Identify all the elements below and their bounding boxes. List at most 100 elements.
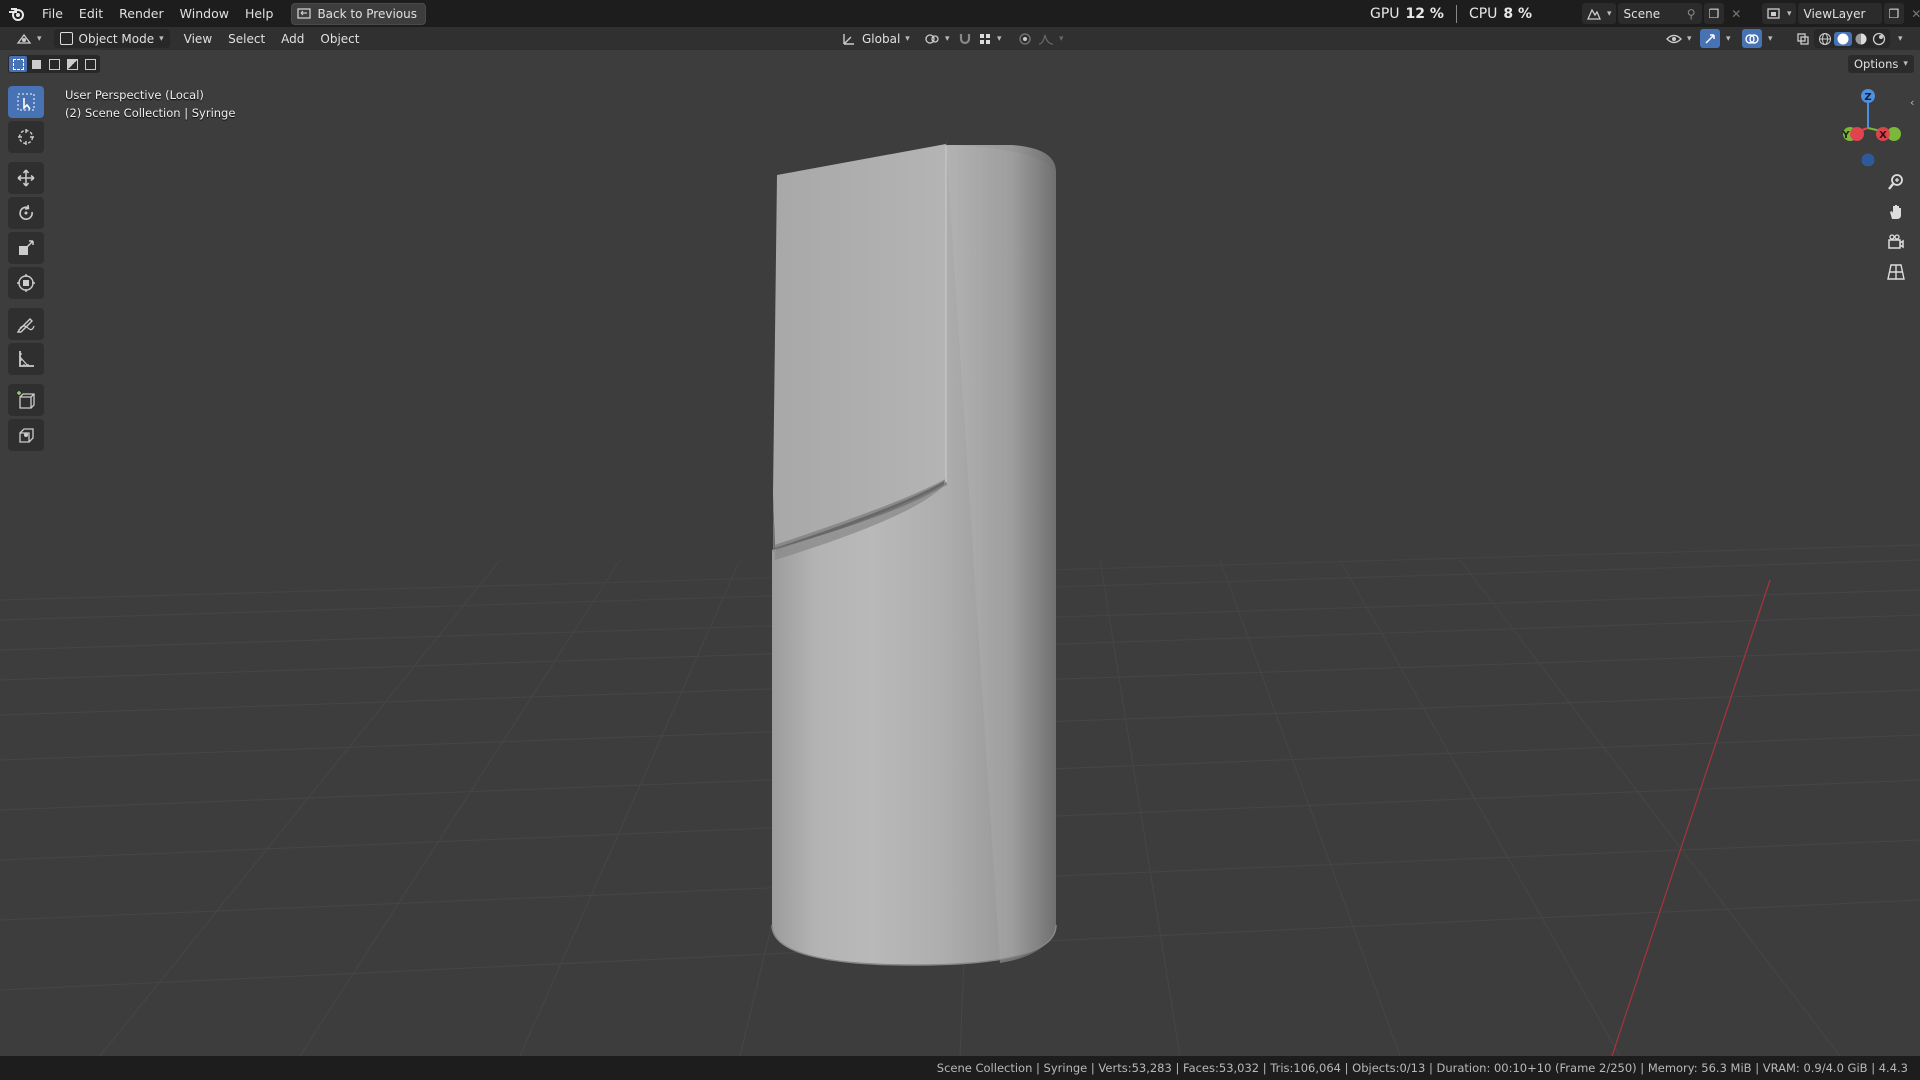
pivot-icon <box>925 33 939 44</box>
rotate-tool[interactable] <box>8 197 44 229</box>
3d-viewport[interactable]: Options ▾ User Perspective (Local) (2) Sc… <box>0 50 1920 1056</box>
navigation-gizmo[interactable]: Z Y X <box>1830 86 1910 166</box>
overlays-toggle[interactable] <box>1742 29 1762 48</box>
perspective-toggle-button[interactable] <box>1882 258 1910 286</box>
select-subtract-icon <box>48 58 60 70</box>
cursor-crosshair-icon <box>18 129 34 145</box>
camera-view-button[interactable] <box>1882 228 1910 256</box>
view-layer-name-field[interactable]: ViewLayer <box>1797 3 1882 24</box>
scene-name-field[interactable]: Scene ⚲ <box>1617 3 1702 24</box>
gpu-label: GPU <box>1370 5 1400 22</box>
gizmo-neg-z-icon[interactable] <box>1861 153 1875 167</box>
select-new-button[interactable] <box>9 56 27 72</box>
menu-help[interactable]: Help <box>237 0 282 27</box>
menu-render[interactable]: Render <box>111 0 172 27</box>
pivot-point-dropdown[interactable]: ▾ <box>918 29 956 48</box>
menu-add[interactable]: Add <box>275 29 310 48</box>
scene-browse-button[interactable]: ▾ <box>1582 3 1616 24</box>
visibility-dropdown[interactable]: ▾ <box>1660 29 1698 48</box>
new-view-layer-button[interactable]: ❐ <box>1883 3 1905 24</box>
delete-view-layer-button[interactable]: ✕ <box>1906 3 1920 24</box>
syringe-object <box>771 140 1057 966</box>
select-box-tool[interactable] <box>8 86 44 118</box>
view-layer-name: ViewLayer <box>1803 6 1866 21</box>
gizmo-toggle[interactable] <box>1700 29 1720 48</box>
pan-button[interactable] <box>1882 198 1910 226</box>
pin-icon[interactable]: ⚲ <box>1687 7 1696 21</box>
object-mode-icon <box>59 32 73 45</box>
add-cube-icon <box>17 391 35 409</box>
gizmo-neg-x-icon[interactable] <box>1850 127 1864 141</box>
menu-edit[interactable]: Edit <box>71 0 111 27</box>
move-arrows-icon <box>17 169 35 187</box>
pencil-icon <box>16 318 35 333</box>
zoom-magnifier-icon <box>1888 174 1903 190</box>
select-invert-icon <box>66 58 78 70</box>
back-to-previous-button[interactable]: Back to Previous <box>291 2 426 25</box>
falloff-curve-icon <box>1038 34 1054 45</box>
view-layer-icon <box>1767 7 1780 19</box>
scene-selector: ▾ Scene ⚲ ❐ ✕ <box>1582 3 1746 24</box>
menu-object[interactable]: Object <box>314 29 365 48</box>
overlays-dropdown[interactable]: ▾ <box>1762 29 1779 48</box>
solid-shading-button[interactable] <box>1834 31 1852 46</box>
grid-perspective-icon <box>1887 264 1905 280</box>
scale-icon <box>19 240 34 255</box>
select-invert-button[interactable] <box>63 56 81 72</box>
overlays-icon <box>1745 33 1759 44</box>
camera-icon <box>1888 234 1904 249</box>
shading-dropdown[interactable]: ▾ <box>1892 29 1909 48</box>
transform-orientation-dropdown[interactable]: Global ▾ <box>836 29 916 48</box>
cpu-value: 8 % <box>1503 5 1533 22</box>
menu-file[interactable]: File <box>34 0 71 27</box>
delete-scene-button[interactable]: ✕ <box>1726 3 1746 24</box>
cursor-arrow-icon <box>17 93 35 111</box>
top-bar: File Edit Render Window Help Back to Pre… <box>0 0 1920 27</box>
viewport-info: User Perspective (Local) (2) Scene Colle… <box>65 86 235 122</box>
new-scene-button[interactable]: ❐ <box>1703 3 1725 24</box>
select-extend-button[interactable] <box>27 56 45 72</box>
menu-view[interactable]: View <box>178 29 218 48</box>
rotate-icon <box>19 204 33 220</box>
hand-icon <box>1890 205 1901 219</box>
sidebar-toggle-icon[interactable]: ‹ <box>1910 96 1914 109</box>
falloff-dropdown[interactable]: ▾ <box>1032 29 1070 48</box>
zoom-button[interactable] <box>1882 168 1910 196</box>
measure-tool[interactable] <box>8 343 44 375</box>
options-dropdown[interactable]: Options ▾ <box>1848 55 1914 73</box>
add-primitive-tool[interactable] <box>8 419 44 451</box>
material-shading-button[interactable] <box>1852 32 1870 46</box>
rendered-sphere-icon <box>1872 32 1886 45</box>
view-layer-browse-button[interactable]: ▾ <box>1762 3 1796 24</box>
move-tool[interactable] <box>8 162 44 194</box>
scale-tool[interactable] <box>8 232 44 264</box>
wireframe-shading-button[interactable] <box>1816 32 1834 46</box>
back-button-label: Back to Previous <box>317 6 417 21</box>
gizmo-x-label: X <box>1879 130 1887 141</box>
ruler-icon <box>19 351 34 367</box>
select-subtract-button[interactable] <box>45 56 63 72</box>
editor-type-button[interactable]: ▾ <box>10 29 48 48</box>
duplicate-icon: ❐ <box>1888 6 1900 21</box>
close-icon: ✕ <box>1911 6 1920 21</box>
cursor-tool[interactable] <box>8 121 44 153</box>
annotate-tool[interactable] <box>8 308 44 340</box>
select-intersect-button[interactable] <box>81 56 99 72</box>
rendered-shading-button[interactable] <box>1870 32 1888 46</box>
snap-target-dropdown[interactable]: ▾ <box>972 29 1008 48</box>
transform-tool[interactable] <box>8 267 44 299</box>
gpu-value: 12 % <box>1405 5 1444 22</box>
add-cube-tool[interactable] <box>8 384 44 416</box>
menu-select[interactable]: Select <box>222 29 271 48</box>
gizmo-y-label: Y <box>1841 130 1850 141</box>
gizmo-dropdown[interactable]: ▾ <box>1720 29 1737 48</box>
eye-icon <box>1666 34 1682 43</box>
blender-logo-icon[interactable] <box>0 0 34 27</box>
gizmo-icon <box>1705 33 1715 44</box>
duplicate-icon: ❐ <box>1708 6 1720 21</box>
menu-window[interactable]: Window <box>172 0 237 27</box>
xray-toggle[interactable] <box>1790 29 1816 48</box>
mode-dropdown[interactable]: Object Mode ▾ <box>53 29 170 48</box>
collection-label: (2) Scene Collection | Syringe <box>65 106 236 120</box>
x-axis-line <box>1611 579 1771 1056</box>
